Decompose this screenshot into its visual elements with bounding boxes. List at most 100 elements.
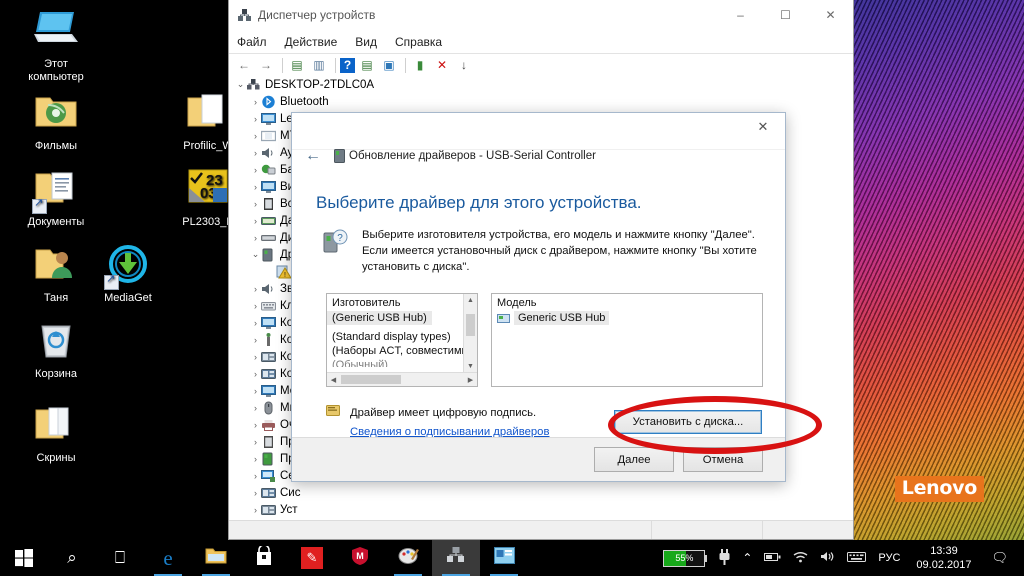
menu-item-1[interactable]: Действие [285, 35, 338, 49]
toolbar-disable-device-icon[interactable]: ↓ [454, 56, 474, 74]
signature-text: Драйвер имеет цифровую подпись. [350, 407, 537, 419]
toolbar-properties-icon[interactable]: ▥ [309, 56, 329, 74]
taskbar-edge-icon[interactable]: e [144, 540, 192, 576]
tree-expander-icon[interactable]: › [250, 216, 261, 226]
model-listbox[interactable]: Модель Generic USB Hub [491, 293, 763, 387]
tree-expander-icon[interactable]: › [250, 199, 261, 209]
manufacturer-listbox[interactable]: Изготовитель (Generic USB Hub) (Standard … [326, 293, 478, 387]
tree-expander-icon[interactable]: › [250, 114, 261, 124]
tree-expander-icon[interactable]: › [250, 131, 261, 141]
tray-show-hidden-icons-chevron[interactable]: ⌃ [736, 540, 758, 576]
taskbar-paint-icon[interactable] [384, 540, 432, 576]
toolbar-show-hidden-devices-icon[interactable]: ▤ [287, 56, 307, 74]
toolbar-update-driver-icon[interactable]: ▮ [410, 56, 430, 74]
manufacturer-list-item[interactable]: (Обычный) [327, 358, 477, 367]
device-manager-icon [237, 8, 252, 23]
desktop-icon-label: Таня [43, 292, 69, 304]
device-tree-node[interactable]: › Уст [229, 501, 853, 518]
tray-power-plug-icon[interactable] [713, 540, 736, 576]
manufacturer-horizontal-scrollbar[interactable]: ◀ ▶ [327, 372, 477, 386]
desktop-icon-folder-movies[interactable]: Фильмы [18, 92, 94, 153]
dialog-close-button[interactable]: ✕ [741, 113, 785, 141]
start-button[interactable] [0, 540, 48, 576]
toolbar-uninstall-device-icon[interactable]: ✕ [432, 56, 452, 74]
have-disk-button[interactable]: Установить с диска... [614, 410, 762, 434]
desktop-icon-this-pc[interactable]: Этот компьютер [18, 10, 94, 84]
scroll-left-arrow-icon[interactable]: ◀ [327, 373, 340, 386]
hscroll-thumb[interactable] [341, 375, 401, 384]
tree-expander-icon[interactable]: › [250, 233, 261, 243]
sensor-icon [261, 214, 276, 228]
tree-expander-icon[interactable]: › [250, 318, 261, 328]
taskbar-search-icon[interactable]: ⌕ [48, 540, 96, 576]
desktop-icon-folder-documents[interactable]: Документы [18, 168, 94, 229]
desktop-icon-folder-user[interactable]: Таня [18, 244, 94, 305]
tree-expander-icon[interactable]: › [250, 403, 261, 413]
tree-expander-icon[interactable]: › [250, 352, 261, 362]
scroll-up-arrow-icon[interactable]: ▲ [464, 294, 477, 307]
scroll-right-arrow-icon[interactable]: ▶ [464, 373, 477, 386]
clock[interactable]: 13:39 09.02.2017 [906, 544, 981, 572]
taskbar-file-explorer-icon[interactable] [192, 540, 240, 576]
model-list-header: Модель [497, 297, 537, 309]
tray-wifi-icon[interactable] [787, 540, 814, 576]
tree-expander-icon[interactable]: › [250, 148, 261, 158]
device-tree-node[interactable]: › Сис [229, 484, 853, 501]
manufacturer-list-item[interactable]: (Standard display types) [327, 330, 477, 344]
tree-expander-icon[interactable]: › [250, 420, 261, 430]
tray-keyboard-tray-icon[interactable] [841, 540, 872, 576]
language-indicator[interactable]: РУС [872, 540, 906, 576]
notification-icon[interactable]: 🗨 [981, 550, 1018, 566]
toolbar-help-icon[interactable]: ? [340, 57, 355, 73]
cancel-button[interactable]: Отмена [683, 447, 763, 472]
desktop-icon-recycle-bin[interactable]: Корзина [18, 320, 94, 381]
scroll-thumb[interactable] [466, 314, 475, 336]
tree-expander-icon[interactable]: › [250, 437, 261, 447]
tree-expander-icon[interactable]: ⌄ [250, 249, 261, 260]
tray-battery-tray-icon[interactable] [758, 540, 787, 576]
manufacturer-list-item[interactable]: (Наборы ACT, совместимые с I [327, 344, 477, 358]
tree-expander-icon[interactable]: › [250, 165, 261, 175]
taskbar-task-view-icon[interactable]: ⎕ [96, 540, 144, 576]
model-list-item[interactable]: Generic USB Hub [514, 311, 610, 325]
desktop-icon-mediaget[interactable]: MediaGet [90, 244, 166, 305]
tree-expander-icon[interactable]: › [250, 335, 261, 345]
tray-volume-icon[interactable] [814, 540, 841, 576]
next-button[interactable]: Далее [594, 447, 674, 472]
taskbar-microsoft-store-icon[interactable] [240, 540, 288, 576]
back-button[interactable]: ← [300, 143, 326, 169]
battery-status[interactable]: 55% [657, 540, 713, 576]
tree-expander-icon[interactable]: › [250, 284, 261, 294]
tree-expander-icon[interactable]: › [250, 369, 261, 379]
toolbar-forward-icon[interactable]: → [256, 56, 276, 74]
menu-item-0[interactable]: Файл [237, 35, 267, 49]
tree-expander-icon[interactable]: ⌄ [235, 79, 246, 90]
window-titlebar[interactable]: Диспетчер устройств – ☐ ✕ [229, 0, 853, 31]
taskbar-pl2303-taskbar-icon[interactable] [480, 540, 528, 576]
tree-expander-icon[interactable]: › [250, 97, 261, 107]
toolbar-display-icon[interactable]: ▣ [379, 56, 399, 74]
manufacturer-vertical-scrollbar[interactable]: ▲ ▼ [463, 294, 477, 373]
taskbar-mcafee-icon[interactable]: M [336, 540, 384, 576]
desktop-icon-folder-screens[interactable]: Скрины [18, 404, 94, 465]
manufacturer-list-item[interactable]: (Generic USB Hub) [327, 311, 432, 325]
taskbar-mediaget-taskbar-icon[interactable]: ✎ [288, 540, 336, 576]
close-button[interactable]: ✕ [808, 0, 853, 30]
tree-expander-icon[interactable]: › [250, 505, 261, 515]
clock-date: 09.02.2017 [916, 559, 972, 571]
tree-expander-icon[interactable]: › [250, 454, 261, 464]
maximize-button[interactable]: ☐ [763, 0, 808, 30]
menu-item-3[interactable]: Справка [395, 35, 442, 49]
tree-expander-icon[interactable]: › [250, 386, 261, 396]
tree-expander-icon[interactable]: › [250, 471, 261, 481]
tree-expander-icon[interactable]: › [250, 301, 261, 311]
taskbar-device-manager-taskbar-icon[interactable] [432, 540, 480, 576]
device-tree-node[interactable]: › Bluetooth [229, 93, 853, 110]
toolbar-back-icon[interactable]: ← [234, 56, 254, 74]
menu-item-2[interactable]: Вид [355, 35, 377, 49]
minimize-button[interactable]: – [718, 0, 763, 30]
tree-expander-icon[interactable]: › [250, 182, 261, 192]
tree-expander-icon[interactable]: › [250, 488, 261, 498]
device-tree-node[interactable]: ⌄ DESKTOP-2TDLC0A [229, 76, 853, 93]
toolbar-scan-hardware-icon[interactable]: ▤ [357, 56, 377, 74]
